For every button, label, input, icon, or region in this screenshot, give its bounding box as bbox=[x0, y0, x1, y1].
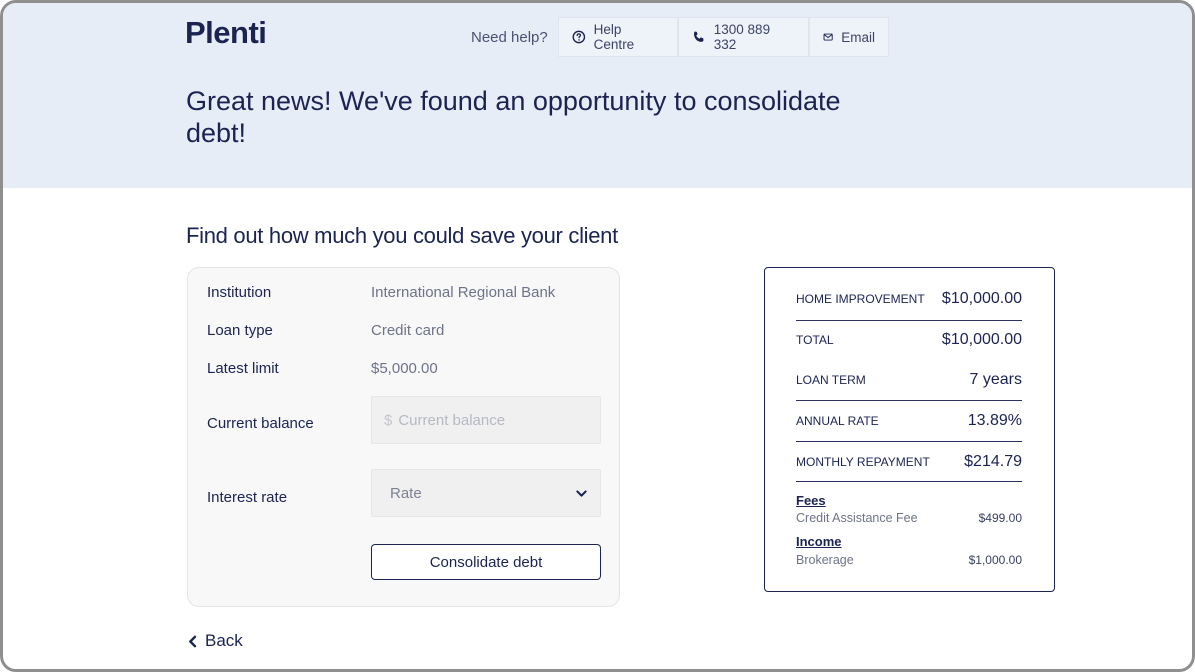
current-balance-input[interactable]: $ Current balance bbox=[371, 396, 601, 444]
summary-row-label: TOTAL bbox=[796, 333, 834, 347]
current-balance-placeholder: Current balance bbox=[398, 411, 506, 429]
chevron-left-icon bbox=[189, 635, 197, 647]
summary-divider bbox=[796, 481, 1022, 482]
help-centre-label: Help Centre bbox=[593, 22, 635, 52]
fees-heading: Fees bbox=[796, 493, 826, 508]
summary-row-value: 13.89% bbox=[967, 412, 1022, 429]
income-label: Brokerage bbox=[796, 553, 854, 567]
summary-row-label: MONTHLY REPAYMENT bbox=[796, 455, 930, 469]
loan-type-label: Loan type bbox=[207, 322, 273, 339]
summary-row: TOTAL $10,000.00 bbox=[796, 331, 1022, 349]
income-heading: Income bbox=[796, 534, 842, 549]
fee-value: $499.00 bbox=[978, 511, 1022, 525]
summary-row-label: HOME IMPROVEMENT bbox=[796, 292, 925, 306]
currency-prefix: $ bbox=[384, 411, 393, 429]
page-title: Great news! We've found an opportunity t… bbox=[186, 86, 841, 148]
consolidate-debt-button[interactable]: Consolidate debt bbox=[371, 544, 601, 580]
income-row: Brokerage $1,000.00 bbox=[796, 553, 1022, 567]
summary-row: ANNUAL RATE 13.89% bbox=[796, 412, 1022, 430]
phone-number: 1300 889 332 bbox=[713, 22, 771, 52]
hero-banner: Plenti Need help? Help Centre 1300 889 3… bbox=[3, 3, 1192, 188]
question-circle-icon bbox=[572, 30, 586, 44]
fee-label: Credit Assistance Fee bbox=[796, 511, 918, 525]
chevron-down-icon bbox=[576, 489, 587, 497]
summary-row-label: LOAN TERM bbox=[796, 373, 866, 387]
summary-row-value: $214.79 bbox=[964, 453, 1022, 470]
debt-details-card: Institution International Regional Bank … bbox=[187, 267, 620, 607]
current-balance-label: Current balance bbox=[207, 415, 314, 432]
email-label: Email bbox=[841, 29, 875, 45]
loan-type-value: Credit card bbox=[371, 322, 445, 339]
email-button[interactable]: Email bbox=[809, 17, 889, 57]
section-title: Find out how much you could save your cl… bbox=[186, 223, 618, 248]
summary-row-value: $10,000.00 bbox=[941, 290, 1022, 307]
institution-value: International Regional Bank bbox=[371, 284, 556, 301]
phone-button[interactable]: 1300 889 332 bbox=[678, 17, 809, 57]
back-link[interactable]: Back bbox=[187, 631, 243, 651]
summary-divider bbox=[796, 320, 1022, 321]
summary-row-value: $10,000.00 bbox=[941, 331, 1022, 348]
fee-row: Credit Assistance Fee $499.00 bbox=[796, 511, 1022, 525]
summary-row-value: 7 years bbox=[969, 371, 1022, 388]
summary-divider bbox=[796, 441, 1022, 442]
interest-rate-label: Interest rate bbox=[207, 489, 288, 506]
summary-row-label: ANNUAL RATE bbox=[796, 414, 879, 428]
phone-icon bbox=[693, 31, 704, 42]
summary-divider bbox=[796, 400, 1022, 401]
back-label: Back bbox=[205, 631, 243, 650]
interest-rate-selected: Rate bbox=[390, 484, 422, 502]
app-frame: Plenti Need help? Help Centre 1300 889 3… bbox=[0, 0, 1195, 672]
latest-limit-value: $5,000.00 bbox=[371, 360, 438, 377]
latest-limit-label: Latest limit bbox=[207, 360, 279, 377]
income-value: $1,000.00 bbox=[968, 553, 1022, 567]
interest-rate-select[interactable]: Rate bbox=[371, 469, 601, 517]
summary-row: LOAN TERM 7 years bbox=[796, 371, 1022, 389]
loan-summary-panel: HOME IMPROVEMENT $10,000.00 TOTAL $10,00… bbox=[764, 267, 1055, 592]
need-help-label: Need help? bbox=[471, 29, 548, 46]
institution-label: Institution bbox=[207, 284, 272, 301]
summary-row: MONTHLY REPAYMENT $214.79 bbox=[796, 453, 1022, 471]
plenti-logo[interactable]: Plenti bbox=[185, 15, 267, 51]
envelope-icon bbox=[823, 33, 833, 41]
summary-row: HOME IMPROVEMENT $10,000.00 bbox=[796, 290, 1022, 308]
help-centre-button[interactable]: Help Centre bbox=[558, 17, 678, 57]
